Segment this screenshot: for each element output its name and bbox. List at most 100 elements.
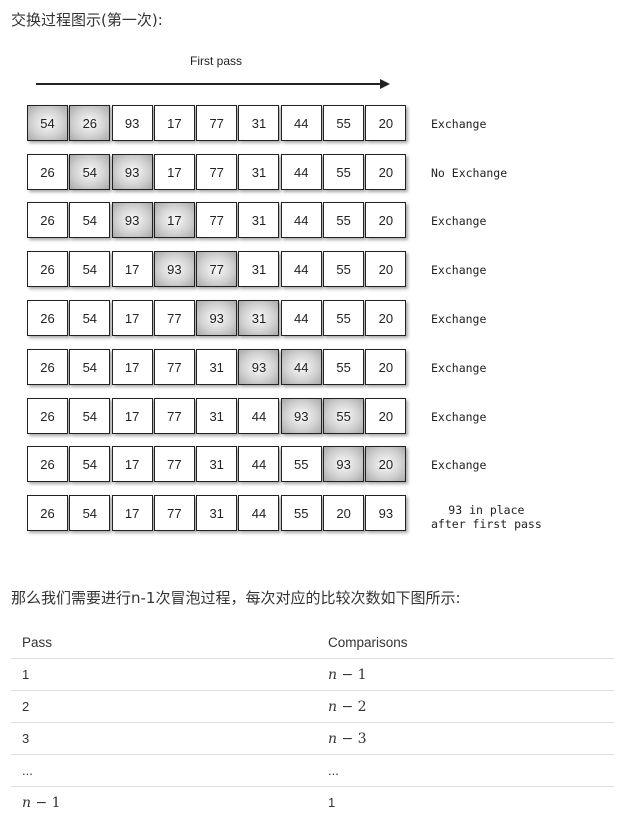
array-cell: 44 [238, 446, 280, 482]
array-cell: 44 [280, 154, 322, 190]
array-cell: 31 [238, 251, 280, 287]
array-cell: 93 [111, 202, 153, 238]
table-row: 3n − 3 [11, 722, 614, 755]
sort-row: 26 54 17 77 31 44 55 20 93 [27, 495, 408, 532]
array-cell: 26 [27, 251, 68, 287]
row-status-label: Exchange [431, 458, 487, 472]
cell-pass: 1 [11, 658, 317, 691]
array-cell: 55 [280, 495, 322, 531]
array-cell: 55 [323, 300, 365, 336]
row-status-label: Exchange [431, 117, 487, 131]
array-cell: 20 [365, 251, 407, 287]
array-cell: 55 [323, 349, 365, 385]
table-row: 1n − 1 [11, 658, 614, 691]
array-cell: 17 [153, 202, 195, 238]
array-cell: 17 [153, 154, 195, 190]
row-status-label: Exchange [431, 361, 487, 375]
array-cell: 55 [323, 251, 365, 287]
array-cell: 54 [69, 349, 111, 385]
array-cell: 54 [69, 398, 111, 434]
array-cell: 44 [280, 349, 322, 385]
array-cell: 93 [111, 154, 153, 190]
array-cell: 20 [365, 154, 407, 190]
bubble-sort-figure: First pass 54 26 93 17 77 31 44 55 20 Exchange 26 5… [0, 48, 625, 548]
array-cell: 31 [238, 202, 280, 238]
array-cell: 54 [69, 202, 111, 238]
array-cell: 77 [153, 495, 195, 531]
cell-comparisons: n − 1 [317, 658, 614, 691]
array-cell: 93 [111, 105, 153, 141]
array-cell: 77 [196, 154, 238, 190]
cell-comparisons: n − 3 [317, 722, 614, 755]
row-status-label: Exchange [431, 263, 487, 277]
array-cell: 17 [111, 349, 153, 385]
array-cell: 20 [365, 105, 407, 141]
row-status-label: Exchange [431, 410, 487, 424]
array-cell: 77 [196, 251, 238, 287]
array-cell: 55 [323, 398, 365, 434]
cell-comparisons: 1 [328, 795, 336, 810]
array-cell: 77 [196, 105, 238, 141]
header-pass: Pass [11, 627, 317, 659]
array-cell: 55 [280, 446, 322, 482]
intro-text: 交换过程图示(第一次): [11, 11, 163, 29]
array-cell: 20 [365, 300, 407, 336]
array-cell: 55 [323, 202, 365, 238]
row-status-label: Exchange [431, 312, 487, 326]
array-cell: 31 [238, 105, 280, 141]
row-status-label: No Exchange [431, 166, 508, 180]
sort-row: 54 26 93 17 77 31 44 55 20 [27, 105, 408, 142]
row-status-label: 93 in place after first pass [431, 503, 542, 531]
cell-comparisons: ... [317, 754, 614, 787]
array-cell: 26 [27, 202, 68, 238]
sort-row: 26 54 17 93 77 31 44 55 20 [27, 251, 408, 288]
array-cell: 20 [365, 398, 407, 434]
array-cell: 77 [153, 349, 195, 385]
array-cell: 93 [280, 398, 322, 434]
paragraph-text: 那么我们需要进行n-1次冒泡过程，每次对应的比较次数如下图所示: [11, 589, 461, 607]
array-cell: 20 [365, 349, 407, 385]
array-cell: 77 [153, 300, 195, 336]
cell-pass: ... [11, 754, 317, 787]
array-cell: 17 [111, 398, 153, 434]
sort-row: 26 54 93 17 77 31 44 55 20 [27, 154, 408, 191]
array-cell: 20 [323, 495, 365, 531]
array-cell: 20 [365, 446, 407, 482]
table-row: n − 1 1 [11, 787, 614, 819]
array-cell: 26 [27, 349, 68, 385]
cell-pass: 3 [11, 722, 317, 755]
array-cell: 26 [27, 154, 68, 190]
array-cell: 54 [69, 154, 111, 190]
array-cell: 54 [69, 495, 111, 531]
sort-row: 26 54 17 77 31 93 44 55 20 [27, 349, 408, 386]
array-cell: 26 [27, 495, 68, 531]
pass-title: First pass [190, 54, 243, 68]
array-cell: 93 [323, 446, 365, 482]
array-cell: 31 [238, 300, 280, 336]
array-cell: 31 [238, 154, 280, 190]
array-cell: 54 [27, 105, 68, 141]
array-cell: 20 [365, 202, 407, 238]
array-cell: 26 [27, 446, 68, 482]
array-cell: 93 [153, 251, 195, 287]
sort-row: 26 54 17 77 31 44 93 55 20 [27, 398, 408, 435]
table-row: ...... [11, 754, 614, 787]
array-cell: 17 [111, 495, 153, 531]
array-cell: 93 [196, 300, 238, 336]
sort-row: 26 54 17 77 31 44 55 93 20 [27, 446, 408, 483]
array-cell: 26 [27, 300, 68, 336]
table-row: 2n − 2 [11, 690, 614, 723]
table-header-row: Pass Comparisons [11, 627, 614, 659]
array-cell: 54 [69, 446, 111, 482]
row-status-label: Exchange [431, 214, 487, 228]
array-cell: 77 [153, 398, 195, 434]
array-cell: 26 [27, 398, 68, 434]
array-cell: 77 [153, 446, 195, 482]
array-cell: 44 [238, 398, 280, 434]
array-cell: 31 [196, 398, 238, 434]
array-cell: 54 [69, 300, 111, 336]
array-cell: 31 [196, 349, 238, 385]
array-cell: 31 [196, 495, 238, 531]
direction-arrow-line [36, 83, 382, 85]
sort-row: 26 54 17 77 93 31 44 55 20 [27, 300, 408, 337]
